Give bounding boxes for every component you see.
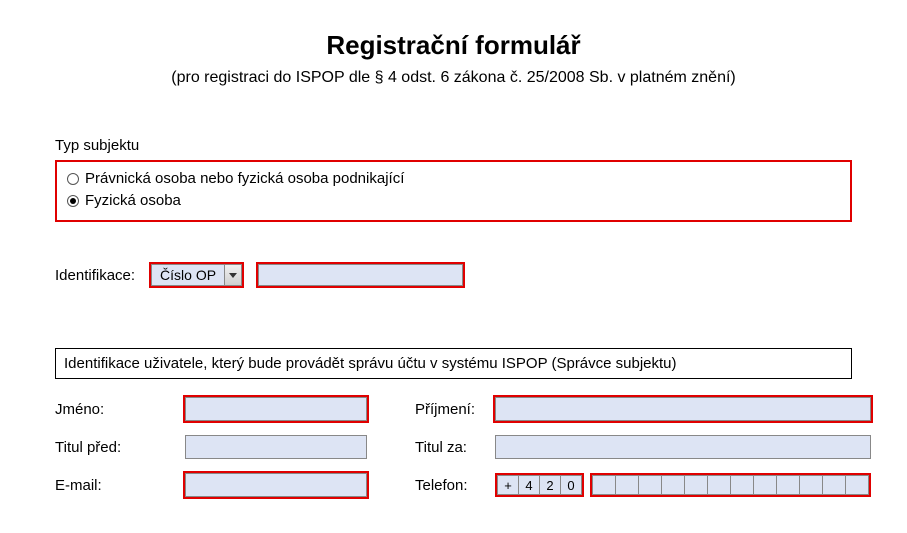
phone-cell[interactable] (822, 475, 846, 495)
page-subtitle: (pro registraci do ISPOP dle § 4 odst. 6… (55, 69, 852, 87)
identification-number-input[interactable] (258, 264, 463, 286)
phone-cell[interactable] (845, 475, 869, 495)
subject-type-group: Právnická osoba nebo fyzická osoba podni… (55, 160, 852, 222)
jmeno-label: Jméno: (55, 401, 185, 418)
phone-cell[interactable] (707, 475, 731, 495)
phone-cell[interactable] (799, 475, 823, 495)
phone-cell[interactable] (592, 475, 616, 495)
phone-cell[interactable] (753, 475, 777, 495)
titul-za-label: Titul za: (385, 439, 495, 456)
chevron-down-icon (224, 264, 242, 286)
user-section-heading: Identifikace uživatele, který bude prová… (55, 348, 852, 379)
identification-label: Identifikace: (55, 267, 135, 284)
phone-cell[interactable]: 4 (518, 475, 540, 495)
telefon-number[interactable] (590, 473, 871, 497)
phone-cell[interactable]: 0 (560, 475, 582, 495)
phone-cell[interactable]: 2 (539, 475, 561, 495)
phone-cell[interactable] (684, 475, 708, 495)
identification-select[interactable]: Číslo OP (149, 262, 244, 288)
radio-label: Fyzická osoba (85, 190, 181, 212)
email-input[interactable] (185, 473, 367, 497)
user-fields-grid: Jméno: Příjmení: Titul před: Titul za: E… (55, 397, 852, 497)
radio-icon (67, 195, 79, 207)
radio-icon (67, 173, 79, 185)
prijmeni-label: Příjmení: (385, 401, 495, 418)
radio-option-natural-person[interactable]: Fyzická osoba (67, 190, 840, 212)
email-label: E-mail: (55, 477, 185, 494)
telefon-input-group: + 4 2 0 (495, 473, 871, 497)
phone-cell[interactable] (730, 475, 754, 495)
subject-type-label: Typ subjektu (55, 137, 852, 154)
telefon-label: Telefon: (385, 477, 495, 494)
phone-cell[interactable] (638, 475, 662, 495)
page-title: Registrační formulář (55, 30, 852, 61)
phone-cell[interactable] (615, 475, 639, 495)
jmeno-input[interactable] (185, 397, 367, 421)
prijmeni-input[interactable] (495, 397, 871, 421)
phone-cell[interactable]: + (497, 475, 519, 495)
telefon-prefix[interactable]: + 4 2 0 (495, 473, 584, 497)
radio-label: Právnická osoba nebo fyzická osoba podni… (85, 168, 404, 190)
titul-pred-label: Titul před: (55, 439, 185, 456)
phone-cell[interactable] (661, 475, 685, 495)
titul-pred-input[interactable] (185, 435, 367, 459)
identification-select-value: Číslo OP (151, 264, 224, 286)
phone-cell[interactable] (776, 475, 800, 495)
titul-za-input[interactable] (495, 435, 871, 459)
radio-option-legal-person[interactable]: Právnická osoba nebo fyzická osoba podni… (67, 168, 840, 190)
